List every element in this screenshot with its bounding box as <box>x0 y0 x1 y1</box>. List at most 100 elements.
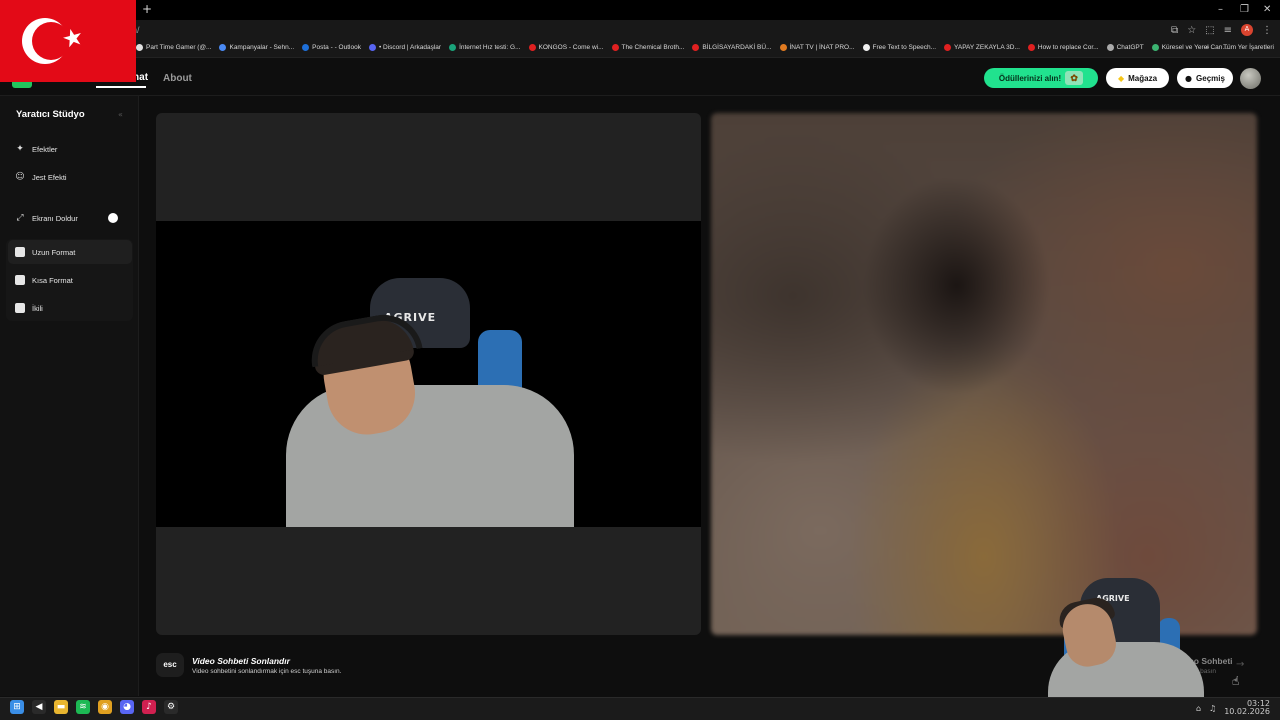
bookmark-item[interactable]: KONGOS - Come wi... <box>528 44 604 51</box>
sidebar-item-label: Efektler <box>32 144 58 154</box>
bookmark-label: How to replace Cor... <box>1037 44 1099 51</box>
format-label: Kısa Format <box>32 275 73 285</box>
bookmark-label: İNAT TV | İNAT PRO... <box>789 44 855 51</box>
bookmark-item[interactable]: Kampanyalar - Sehn... <box>219 44 294 51</box>
bookmark-item[interactable]: Posta - - Outlook <box>302 44 361 51</box>
spotify-icon[interactable]: ≋ <box>76 700 90 714</box>
bookmark-item[interactable]: İnternet Hız testi: G... <box>449 44 521 51</box>
bookmark-item[interactable]: ChatGPT <box>1106 44 1144 51</box>
bookmark-label: YAPAY ZEKAYLA 3D... <box>954 44 1020 51</box>
format-long[interactable]: Uzun Format <box>8 240 132 264</box>
store-button[interactable]: ◆ Mağaza <box>1106 68 1169 88</box>
bookmarks-bar-right: » Tüm Yer İşaretleri <box>1205 44 1274 51</box>
bookmark-item[interactable]: BİLGİSAYARDAKİ BÜ... <box>692 44 772 51</box>
bookmark-label: Posta - - Outlook <box>312 44 361 51</box>
bookmark-item[interactable]: Part Time Gamer (@... <box>136 44 211 51</box>
turkish-flag-overlay: ★ <box>0 0 136 82</box>
all-bookmarks-button[interactable]: Tüm Yer İşaretleri <box>1223 44 1274 51</box>
expand-icon: ⤢ <box>16 213 24 223</box>
end-chat-hint: Video sohbetini sonlandırmak için esc tu… <box>192 668 342 675</box>
clock-date: 10.02.2026 <box>1224 707 1270 716</box>
media-controls-icon[interactable]: ≡ <box>1224 25 1232 36</box>
grid-icon <box>15 303 25 313</box>
columns-icon <box>15 247 25 257</box>
wand-icon: ✦ <box>16 144 24 154</box>
bookmark-label: The Chemical Broth... <box>621 44 685 51</box>
mouse-cursor-icon: ☝ <box>1232 674 1240 688</box>
maximize-button[interactable]: ❐ <box>1240 4 1249 15</box>
bookmark-label: İnternet Hız testi: G... <box>459 44 521 51</box>
bookmark-favicon-icon <box>944 44 952 51</box>
sidebar-item-label: Jest Efekti <box>32 172 67 182</box>
discord-icon[interactable]: ◕ <box>120 700 134 714</box>
windows-start-icon[interactable]: ⊞ <box>10 700 24 714</box>
system-tray: ⌂ ♫ 03:12 10.02.2026 <box>1196 700 1270 716</box>
sidebar-item-gesture-effects[interactable]: ☺ Jest Efekti <box>8 165 132 189</box>
collapse-sidebar-icon[interactable]: « <box>118 110 123 119</box>
chrome-icon[interactable]: ◉ <box>98 700 112 714</box>
format-label: İkili <box>32 303 43 313</box>
browser-menu-icon[interactable]: ⋮ <box>1262 25 1272 36</box>
file-explorer-icon[interactable]: ▬ <box>54 700 68 714</box>
vscode-icon[interactable]: ◀ <box>32 700 46 714</box>
bookmark-label: Free Text to Speech... <box>872 44 937 51</box>
taskbar-apps: ⊞ ◀ ▬ ≋ ◉ ◕ ♪ ⚙ <box>10 700 178 714</box>
profile-avatar[interactable]: A <box>1241 24 1253 36</box>
bookmark-item[interactable]: Free Text to Speech... <box>862 44 937 51</box>
tiktok-icon[interactable]: ♪ <box>142 700 156 714</box>
rewards-label: Ödüllerinizi alın! <box>998 73 1062 83</box>
bookmark-favicon-icon <box>611 44 619 51</box>
bookmark-favicon-icon <box>219 44 227 51</box>
browser-tabstrip <box>0 0 1280 20</box>
nav-about[interactable]: About <box>163 73 192 84</box>
steam-icon[interactable]: ⚙ <box>164 700 178 714</box>
bookmark-item[interactable]: İNAT TV | İNAT PRO... <box>779 44 855 51</box>
format-label: Uzun Format <box>32 247 76 257</box>
diamond-icon: ◆ <box>1117 73 1125 83</box>
address-bar-actions: ⧉ ☆ ⬚ ≡ A ⋮ <box>1171 24 1272 36</box>
esc-key-badge[interactable]: esc <box>156 653 184 677</box>
history-button[interactable]: ● Geçmiş <box>1177 68 1233 88</box>
bookmark-favicon-icon <box>1151 44 1159 51</box>
bookmark-favicon-icon <box>1027 44 1035 51</box>
bookmark-item[interactable]: How to replace Cor... <box>1027 44 1099 51</box>
fill-screen-toggle[interactable] <box>108 213 118 223</box>
remote-video-panel <box>711 113 1257 635</box>
bookmark-favicon-icon <box>779 44 787 51</box>
format-dual[interactable]: İkili <box>8 296 132 320</box>
gift-icon: ✿ <box>1065 71 1084 85</box>
bookmark-favicon-icon <box>528 44 536 51</box>
local-video-panel <box>156 113 701 635</box>
bookmarks-more-button[interactable]: » <box>1205 44 1209 51</box>
close-window-button[interactable]: ✕ <box>1263 4 1271 15</box>
bookmark-label: Kampanyalar - Sehn... <box>229 44 295 51</box>
bookmark-favicon-icon <box>862 44 870 51</box>
minimize-button[interactable]: – <box>1218 4 1223 15</box>
history-label: Geçmiş <box>1196 73 1225 83</box>
bookmark-item[interactable]: The Chemical Broth... <box>611 44 685 51</box>
new-tab-button[interactable]: + <box>142 2 152 16</box>
extensions-icon[interactable]: ⬚ <box>1205 25 1214 36</box>
store-label: Mağaza <box>1128 73 1158 83</box>
volume-icon[interactable]: ♫ <box>1209 704 1216 713</box>
next-arrow-icon[interactable]: → <box>1236 659 1244 670</box>
bookmark-item[interactable]: YAPAY ZEKAYLA 3D... <box>944 44 1020 51</box>
install-app-icon[interactable]: ⧉ <box>1171 25 1178 36</box>
bookmark-star-icon[interactable]: ☆ <box>1187 25 1196 36</box>
bookmark-list: Part Time Gamer (@... Kampanyalar - Sehn.… <box>136 44 1228 51</box>
screen: + – ❐ ✕ n/ ⧉ ☆ ⬚ ≡ A ⋮ Part Time Gamer (… <box>0 0 1280 720</box>
format-short[interactable]: Kısa Format <box>8 268 132 292</box>
sidebar-title: Yaratıcı Stüdyo <box>16 109 85 120</box>
nav-active-indicator <box>96 86 146 88</box>
address-bar[interactable] <box>0 20 1280 42</box>
bookmark-label: • Discord | Arkadaşlar <box>378 44 442 51</box>
user-avatar[interactable] <box>1240 68 1261 89</box>
bookmark-favicon-icon <box>136 44 143 51</box>
network-icon[interactable]: ⌂ <box>1196 704 1201 713</box>
taskbar-clock[interactable]: 03:12 10.02.2026 <box>1224 700 1270 716</box>
bookmark-label: BİLGİSAYARDAKİ BÜ... <box>702 44 772 51</box>
bookmark-item[interactable]: • Discord | Arkadaşlar <box>368 44 442 51</box>
sidebar-item-effects[interactable]: ✦ Efektler <box>8 137 132 161</box>
bookmark-favicon-icon <box>368 44 376 51</box>
rewards-button[interactable]: Ödüllerinizi alın! ✿ <box>984 68 1098 88</box>
